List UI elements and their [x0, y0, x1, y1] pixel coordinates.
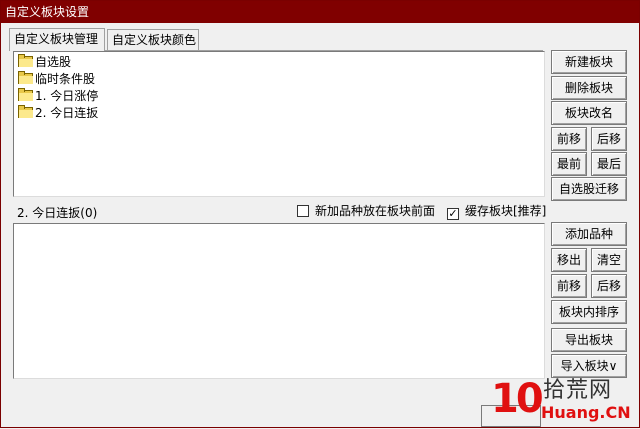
new-items-front-checkbox[interactable]: 新加品种放在板块前面: [297, 202, 436, 218]
checkbox-box[interactable]: [297, 205, 309, 217]
export-block-button[interactable]: 导出板块: [551, 328, 627, 352]
watermark-digits: 10: [491, 376, 544, 422]
tab-block-management[interactable]: 自定义板块管理: [9, 28, 105, 51]
remove-stock-button[interactable]: 移出: [551, 248, 587, 272]
stock-list[interactable]: [13, 223, 545, 379]
block-last-button[interactable]: 最后: [591, 152, 627, 176]
migrate-watchlist-button[interactable]: 自选股迁移: [551, 177, 627, 201]
stock-move-down-button[interactable]: 后移: [591, 274, 627, 298]
block-move-up-button[interactable]: 前移: [551, 127, 587, 151]
cache-block-checkbox[interactable]: ✓ 缓存板块[推荐]: [447, 202, 547, 220]
add-stock-button[interactable]: 添加品种: [551, 222, 627, 246]
tree-item-temp-condition[interactable]: 临时条件股: [18, 71, 95, 88]
tree-item-limit-up[interactable]: 1. 今日涨停: [18, 88, 98, 105]
site-watermark: 10 拾荒网 Huang.CN: [491, 377, 640, 429]
tree-item-watchlist[interactable]: 自选股: [18, 54, 71, 71]
watermark-cn: 拾荒网: [543, 378, 613, 403]
import-block-button[interactable]: 导入板块∨: [551, 354, 627, 378]
tree-item-consecutive[interactable]: 2. 今日连扳: [18, 105, 98, 122]
folder-icon: [18, 71, 34, 84]
block-first-button[interactable]: 最前: [551, 152, 587, 176]
new-block-button[interactable]: 新建板块: [551, 50, 627, 74]
title-bar[interactable]: 自定义板块设置: [1, 1, 639, 23]
block-move-down-button[interactable]: 后移: [591, 127, 627, 151]
checkmark-icon[interactable]: ✓: [447, 208, 459, 220]
window-title: 自定义板块设置: [5, 5, 90, 19]
tree-item-label: 1. 今日涨停: [35, 89, 99, 103]
folder-icon: [18, 105, 34, 118]
rename-block-button[interactable]: 板块改名: [551, 101, 627, 125]
folder-icon: [18, 88, 34, 101]
tree-item-label: 临时条件股: [35, 72, 96, 86]
checkbox-label: 缓存板块[推荐]: [465, 204, 547, 218]
stock-move-up-button[interactable]: 前移: [551, 274, 587, 298]
sort-in-block-button[interactable]: 板块内排序: [551, 300, 627, 324]
selected-block-label: 2. 今日连扳(0): [17, 206, 98, 220]
folder-icon: [18, 54, 34, 67]
watermark-en: Huang.CN: [541, 403, 631, 422]
delete-block-button[interactable]: 删除板块: [551, 76, 627, 100]
tree-item-label: 2. 今日连扳: [35, 106, 99, 120]
checkbox-label: 新加品种放在板块前面: [315, 204, 436, 218]
clear-list-button[interactable]: 清空: [591, 248, 627, 272]
block-tree[interactable]: 自选股 临时条件股 1. 今日涨停 2. 今日连扳: [13, 51, 545, 197]
tree-item-label: 自选股: [35, 55, 72, 69]
tab-block-color[interactable]: 自定义板块颜色: [107, 29, 199, 51]
dialog-window: 自定义板块设置 自定义板块管理 自定义板块颜色 自选股 临时条件股 1. 今日涨…: [0, 0, 640, 428]
